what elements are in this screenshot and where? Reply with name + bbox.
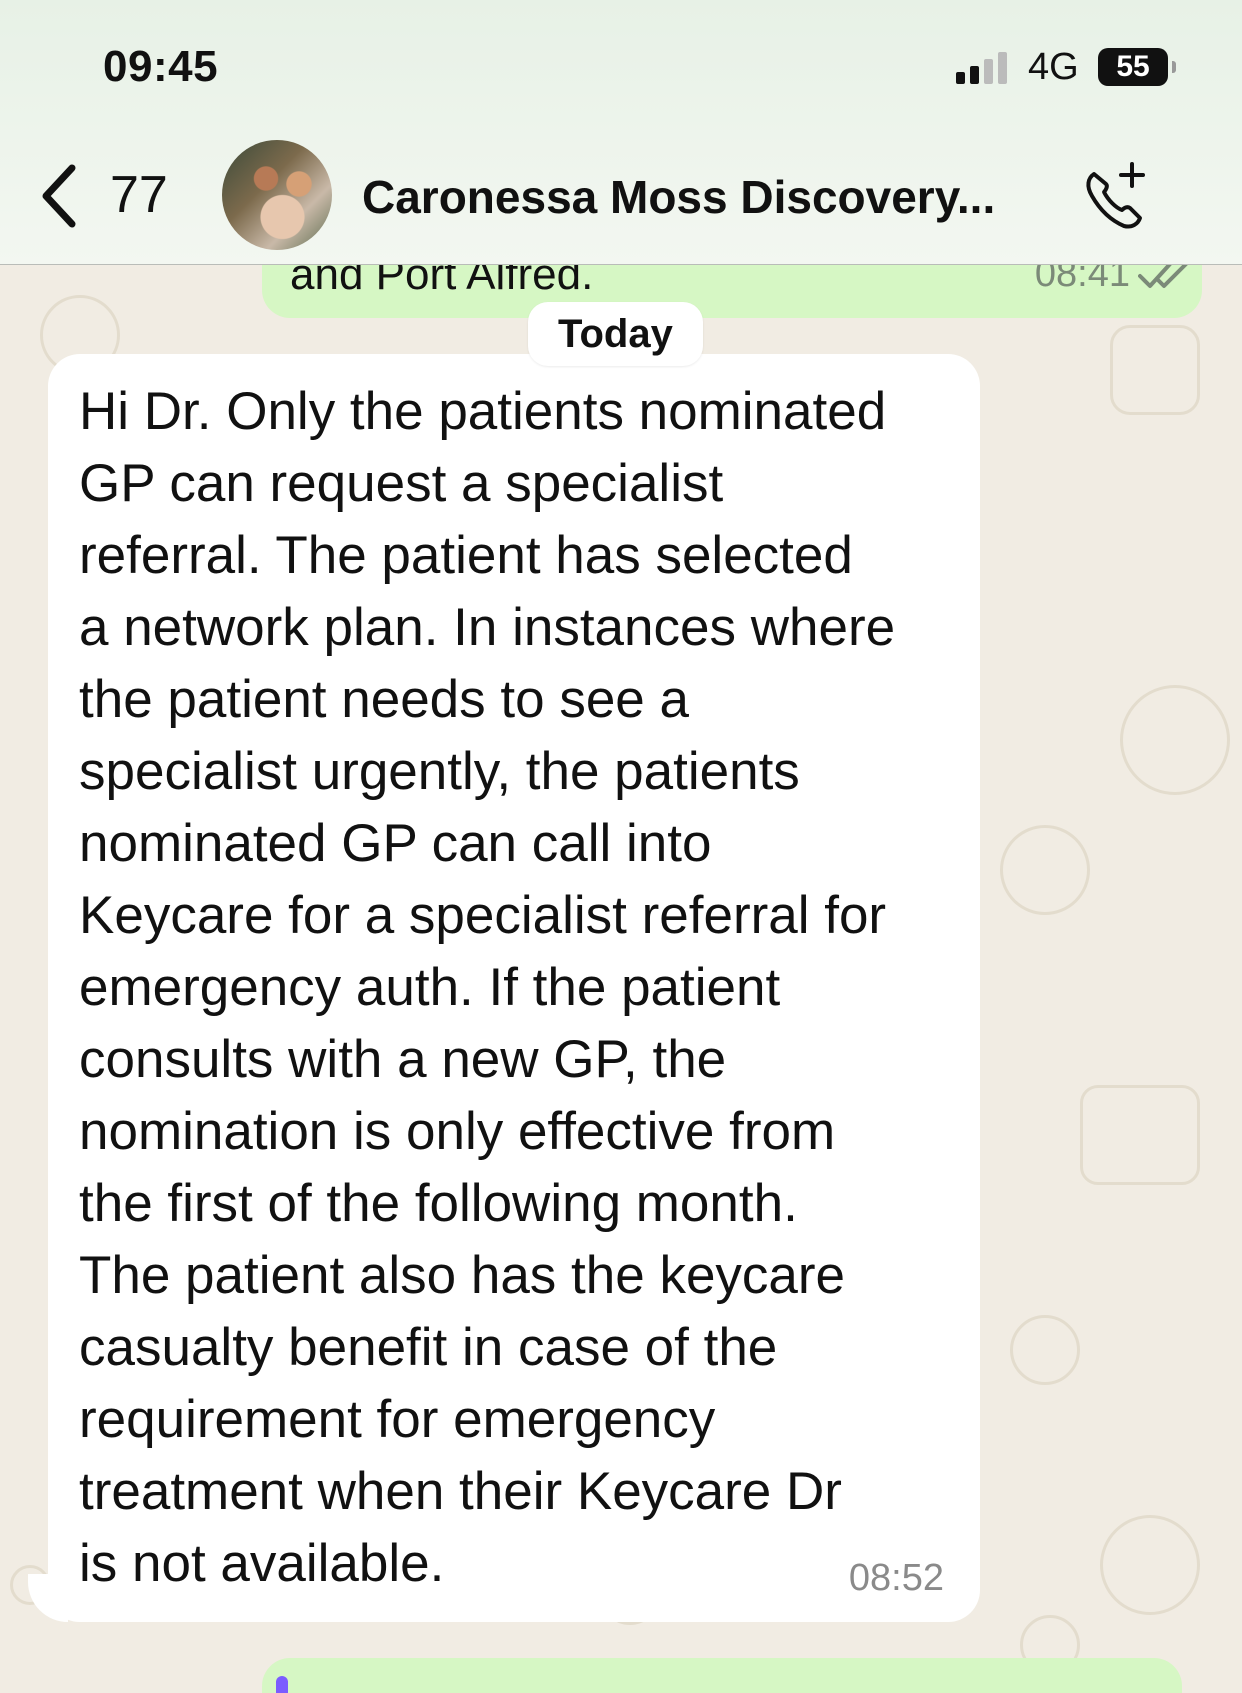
avatar[interactable] <box>222 140 332 250</box>
message-line: specialist urgently, the patients <box>79 742 800 801</box>
add-call-icon[interactable] <box>1080 160 1150 232</box>
message-line: nominated GP can call into <box>79 814 712 873</box>
message-line: is not available. <box>79 1534 445 1593</box>
message-line: treatment when their Keycare Dr <box>79 1462 842 1521</box>
message-line: The patient also has the keycare <box>79 1246 846 1305</box>
network-type: 4G <box>1028 46 1079 88</box>
message-line: a network plan. In instances where <box>79 598 896 657</box>
incoming-message-time: 08:52 <box>848 1557 944 1599</box>
chat-header: 09:45 4G 55 77 Caronessa Moss Discovery.… <box>0 0 1242 265</box>
date-separator: Today <box>528 302 703 366</box>
battery-indicator: 55 <box>1098 48 1176 86</box>
message-line: the first of the following month. <box>79 1174 798 1233</box>
back-unread-count[interactable]: 77 <box>110 165 168 225</box>
status-time: 09:45 <box>103 42 219 91</box>
outgoing-message-bubble-next[interactable] <box>262 1658 1182 1693</box>
message-line: Keycare for a specialist referral for <box>79 886 887 945</box>
message-line: consults with a new GP, the <box>79 1030 727 1089</box>
chat-title[interactable]: Caronessa Moss Discovery... <box>362 170 1022 224</box>
signal-strength-icon <box>956 52 1007 84</box>
incoming-message-bubble[interactable]: Hi Dr. Only the patients nominated GP can… <box>48 354 980 1622</box>
message-line: referral. The patient has selected <box>79 526 853 585</box>
message-line: GP can request a specialist <box>79 454 724 513</box>
back-chevron-icon[interactable] <box>36 160 84 232</box>
message-line: casualty benefit in case of the <box>79 1318 778 1377</box>
message-line: emergency auth. If the patient <box>79 958 781 1017</box>
message-line: Hi Dr. Only the patients nominated <box>79 382 887 441</box>
message-line: the patient needs to see a <box>79 670 689 729</box>
message-line: nomination is only effective from <box>79 1102 836 1161</box>
incoming-message-text: Hi Dr. Only the patients nominated GP can… <box>79 376 954 1600</box>
message-line: requirement for emergency <box>79 1390 716 1449</box>
